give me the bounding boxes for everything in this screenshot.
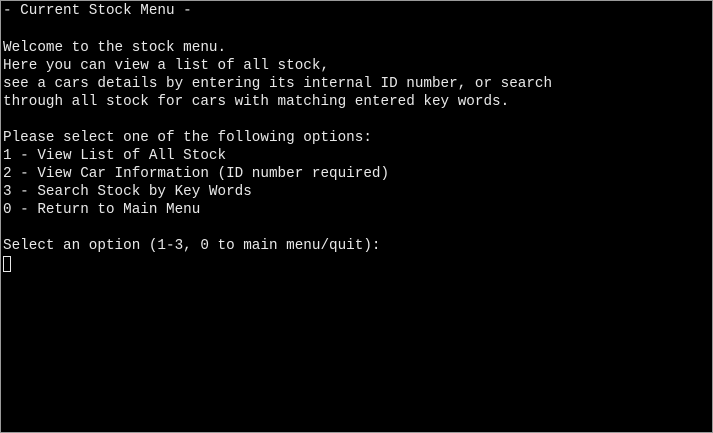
menu-option-search-stock: 3 - Search Stock by Key Words <box>3 184 252 200</box>
console-output: - Current Stock Menu - Welcome to the st… <box>3 3 710 272</box>
option-prompt: Select an option (1-3, 0 to main menu/qu… <box>3 238 381 254</box>
intro-line-2: Here you can view a list of all stock, <box>3 58 330 74</box>
intro-line-3: see a cars details by entering its inter… <box>3 76 553 92</box>
options-heading: Please select one of the following optio… <box>3 130 372 146</box>
menu-option-return-main-menu: 0 - Return to Main Menu <box>3 202 201 218</box>
menu-option-view-all-stock: 1 - View List of All Stock <box>3 148 227 164</box>
menu-title: - Current Stock Menu - <box>3 3 192 19</box>
terminal-window: - Current Stock Menu - Welcome to the st… <box>0 0 713 433</box>
text-input-cursor[interactable] <box>3 256 11 272</box>
menu-option-view-car-info: 2 - View Car Information (ID number requ… <box>3 166 390 182</box>
intro-line-1: Welcome to the stock menu. <box>3 40 227 56</box>
intro-line-4: through all stock for cars with matching… <box>3 94 510 110</box>
